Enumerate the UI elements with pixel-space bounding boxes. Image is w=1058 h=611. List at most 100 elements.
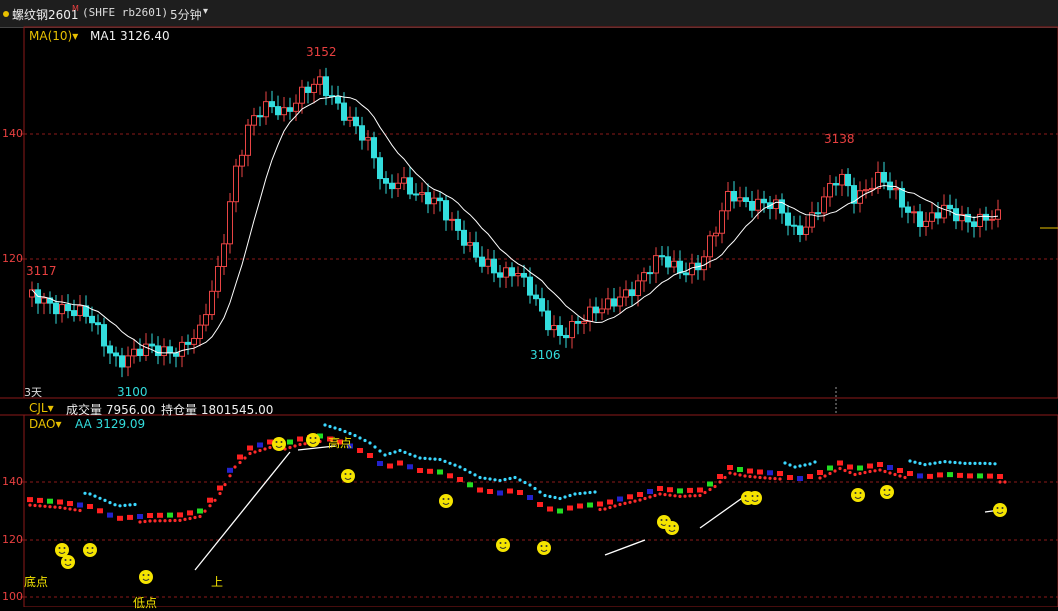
candlestick-series (29, 67, 1001, 378)
candle-body (437, 197, 443, 202)
dao-dot (703, 490, 707, 495)
dao-dot (503, 477, 507, 482)
candle-body (989, 218, 995, 221)
dao-dot (233, 465, 237, 469)
candle-body (563, 334, 569, 339)
dao-dot (798, 464, 802, 468)
dao-dot (408, 452, 412, 456)
dao-dot (973, 461, 977, 465)
dao-dot (98, 496, 102, 500)
dao-bar (887, 465, 893, 470)
smiley-eye (58, 547, 61, 549)
smiley-eye (91, 547, 94, 549)
dao-dot (968, 461, 972, 465)
candle-body (623, 289, 629, 298)
candle-body (611, 298, 617, 307)
dao-dot (733, 472, 737, 476)
dao-bar (947, 472, 953, 478)
candle-body (449, 218, 455, 221)
candle-body (683, 272, 689, 276)
dao-indicator-selector[interactable]: DAO▾ (29, 417, 62, 431)
dao-dot (493, 478, 497, 482)
dao-dot (808, 462, 812, 466)
dao-dot (433, 457, 437, 461)
dao-dot (498, 478, 502, 483)
dao-dot (728, 471, 732, 475)
dao-dot (383, 453, 387, 457)
dao-dot (158, 519, 162, 523)
smiley-eye (504, 542, 507, 544)
chart-canvas[interactable] (0, 0, 1058, 607)
candle-body (281, 107, 287, 116)
candle-body (737, 197, 743, 202)
dao-bar (187, 510, 193, 516)
dao-dot (628, 500, 632, 504)
dao-dot (118, 504, 122, 508)
candle-body (647, 272, 653, 275)
candle-body (59, 304, 65, 315)
dao-bar (747, 468, 753, 474)
dao-dot (38, 504, 42, 508)
dao-dot (78, 508, 82, 513)
candle-body (917, 211, 923, 228)
dao-bar (847, 464, 853, 470)
dao-dot (358, 436, 362, 440)
low-point-annotation: 低点 (133, 596, 158, 610)
candle-body (287, 107, 293, 112)
smiley-eye (344, 473, 347, 475)
volume-value: 成交量 7956.00 (66, 403, 156, 417)
dao-bar (417, 468, 423, 473)
dao-dot (993, 462, 997, 466)
dao-bar (367, 453, 373, 458)
dao-bar (137, 514, 143, 519)
dao-dot (698, 493, 702, 498)
dao-dot (978, 461, 982, 465)
dao-bar (217, 485, 223, 491)
dao-dot (533, 486, 537, 491)
dao-bar (817, 470, 823, 475)
dao-dot (848, 470, 852, 475)
dao-dot (508, 476, 512, 481)
candle-body (893, 187, 899, 191)
dao-bar (497, 490, 503, 496)
smiley-eye (447, 498, 450, 500)
candle-body (713, 232, 719, 237)
ma-indicator-selector[interactable]: MA(10)▾ (29, 29, 78, 43)
candle-body (419, 192, 425, 195)
candle-body (515, 272, 521, 277)
candle-body (779, 199, 785, 214)
candle-body (773, 199, 779, 210)
smiley-icon (306, 433, 320, 447)
aa-value: AA 3129.09 (75, 417, 146, 431)
dao-bar (517, 490, 523, 495)
candle-body (425, 192, 431, 205)
period-tag: 3天 (24, 386, 42, 399)
candle-body (653, 255, 659, 274)
candle-body (533, 294, 539, 300)
dao-dot (583, 491, 587, 495)
smiley-icon (61, 555, 75, 569)
dao-dot (248, 451, 252, 456)
candle-body (41, 297, 47, 304)
dao-dot (473, 473, 477, 477)
candle-body (299, 86, 305, 104)
y-tick-label: 140 (2, 475, 23, 488)
dao-dot (778, 477, 782, 481)
dao-dot (588, 490, 592, 495)
dao-dot (483, 476, 487, 480)
dao-bar (397, 460, 403, 466)
dao-dot (918, 461, 922, 465)
dao-dot (558, 496, 562, 501)
smiley-icon (272, 437, 286, 451)
dao-dot (683, 494, 687, 498)
dao-bar (97, 508, 103, 514)
dao-dot (448, 461, 452, 465)
smiley-eye (660, 519, 663, 521)
candle-body (359, 125, 365, 141)
candle-body (749, 200, 755, 211)
dao-bar (377, 461, 383, 466)
cjl-indicator-selector[interactable]: CJL▾ (29, 401, 54, 415)
dao-bar (237, 454, 243, 460)
candle-body (149, 343, 155, 347)
dao-bar (117, 515, 123, 521)
